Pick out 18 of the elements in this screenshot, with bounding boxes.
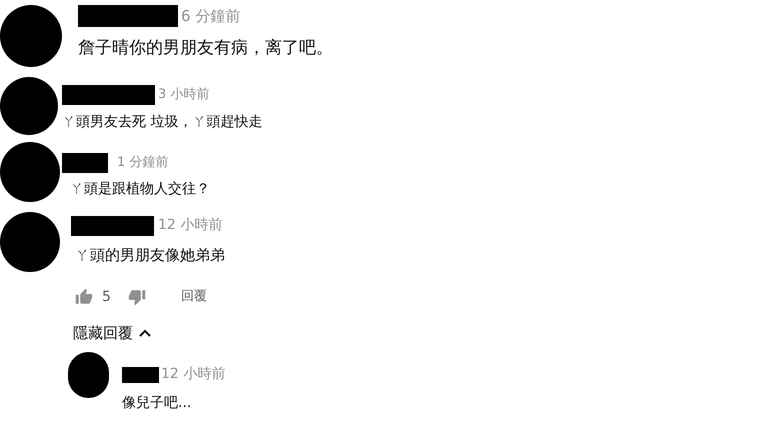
thumbs-up-icon[interactable] bbox=[74, 288, 94, 306]
comment-text: ㄚ頭是跟植物人交往？ bbox=[70, 180, 210, 199]
thumbs-down-icon[interactable] bbox=[126, 288, 147, 306]
avatar bbox=[68, 352, 109, 398]
comment-text: 詹子晴你的男朋友有病，离了吧。 bbox=[78, 36, 333, 60]
comment-text: ㄚ頭男友去死 垃圾，ㄚ頭趕快走 bbox=[62, 113, 262, 132]
comment-time: 6 分鐘前 bbox=[181, 6, 240, 27]
name-redaction bbox=[62, 153, 108, 173]
comment-text: ㄚ頭的男朋友像她弟弟 bbox=[75, 245, 226, 266]
reply-button[interactable]: 回覆 bbox=[180, 287, 207, 307]
comment-time: 1 分鐘前 bbox=[117, 154, 168, 172]
hide-replies-button[interactable]: 隱藏回覆 bbox=[73, 322, 226, 344]
comment-time: 3 小時前 bbox=[158, 86, 210, 104]
comment-time: 12 小時前 bbox=[161, 365, 226, 384]
name-redaction bbox=[122, 366, 159, 382]
like-count: 5 bbox=[102, 288, 111, 306]
comment-text: 像兒子吧... bbox=[122, 394, 192, 413]
comment-time: 12 小時前 bbox=[158, 216, 222, 235]
